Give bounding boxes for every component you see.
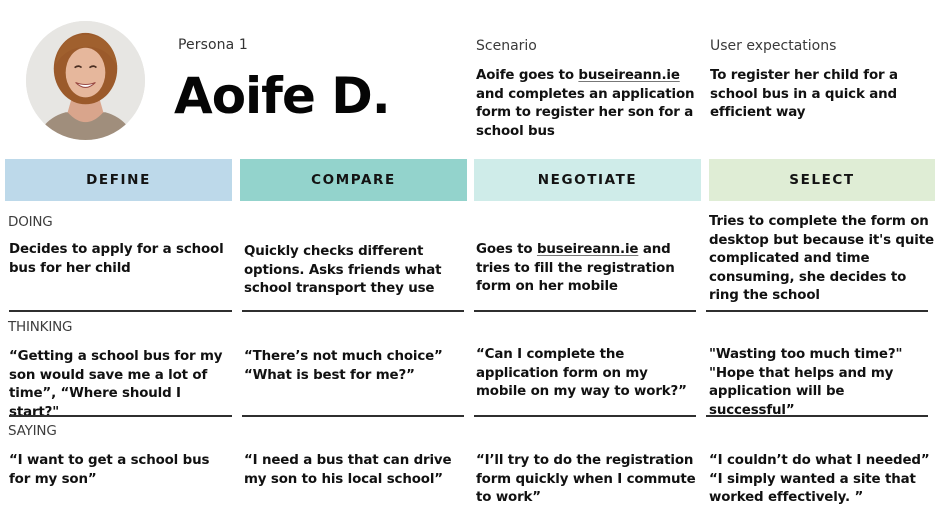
quote-line: “I want to get a school bus for my son” (9, 453, 210, 487)
doing-define-cell: Decides to apply for a school bus for he… (9, 242, 224, 276)
scenario-block: Scenario Aoife goes to buseireann.ie and… (476, 37, 701, 141)
quote-line: “There’s not much choice” (244, 349, 443, 364)
quote-line: “I’ll try to do the registration form qu… (476, 453, 696, 505)
stage-negotiate: NEGOTIATE (474, 159, 701, 201)
row-divider (9, 310, 232, 312)
user-expectations-title: User expectations (710, 38, 837, 54)
quote-line: “Getting a school bus for my son would s… (9, 349, 223, 420)
buseireann-link[interactable]: buseireann.ie (578, 68, 680, 83)
saying-define-cell: “I want to get a school bus for my son” (9, 452, 234, 489)
row-divider (706, 415, 928, 417)
quote-line: “I simply wanted a site that worked effe… (709, 471, 916, 506)
doing-select-cell: Tries to complete the form on desktop bu… (709, 214, 934, 303)
persona-photo-icon (26, 21, 145, 140)
stage-select: SELECT (709, 159, 935, 201)
user-expectations-block: User expectations To register her child … (710, 37, 935, 123)
row-label-thinking: THINKING (8, 319, 73, 335)
scenario-text-end: and completes an application form to reg… (476, 86, 695, 139)
quote-line: "Hope that helps and my application will… (709, 365, 894, 418)
saying-negotiate-cell: “I’ll try to do the registration form qu… (476, 452, 701, 508)
stage-compare: COMPARE (240, 159, 467, 201)
thinking-select-cell: "Wasting too much time?" "Hope that help… (709, 346, 934, 420)
quote-line: “I couldn’t do what I needed” (709, 453, 930, 468)
thinking-compare-cell: “There’s not much choice” “What is best … (244, 348, 469, 385)
saying-select-cell: “I couldn’t do what I needed” “I simply … (709, 452, 934, 508)
row-label-saying: SAYING (8, 423, 57, 439)
scenario-text: Aoife goes to buseireann.ie and complete… (476, 67, 701, 141)
thinking-define-cell: “Getting a school bus for my son would s… (9, 348, 234, 422)
row-divider (242, 310, 464, 312)
quote-line: "Wasting too much time?" (709, 347, 903, 362)
thinking-negotiate-cell: “Can I complete the application form on … (476, 346, 701, 402)
user-expectations-text: To register her child for a school bus i… (710, 68, 898, 120)
quote-line: “Can I complete the application form on … (476, 347, 687, 399)
persona-name: Aoife D. (174, 67, 391, 125)
doing-compare-cell: Quickly checks different options. Asks f… (244, 244, 442, 296)
row-divider (474, 310, 696, 312)
scenario-title: Scenario (476, 38, 537, 54)
row-divider (242, 415, 464, 417)
quote-line: “What is best for me?” (244, 367, 415, 383)
saying-compare-cell: “I need a bus that can drive my son to h… (244, 452, 469, 489)
persona-avatar (26, 21, 145, 140)
doing-negotiate-text-start: Goes to (476, 242, 537, 257)
doing-negotiate-cell: Goes to buseireann.ie and tries to fill … (476, 241, 701, 297)
buseireann-link[interactable]: buseireann.ie (537, 242, 639, 257)
persona-label: Persona 1 (178, 37, 248, 53)
row-divider (474, 415, 696, 417)
row-divider (9, 415, 232, 417)
quote-line: “I need a bus that can drive my son to h… (244, 453, 452, 487)
row-label-doing: DOING (8, 214, 53, 230)
stage-define: DEFINE (5, 159, 232, 201)
scenario-text-start: Aoife goes to (476, 68, 579, 83)
row-divider (706, 310, 928, 312)
